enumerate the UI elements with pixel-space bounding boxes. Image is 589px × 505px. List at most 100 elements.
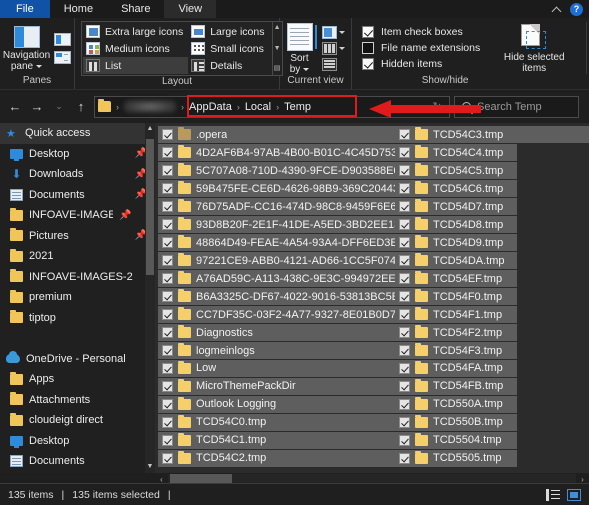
sidebar-item-2021[interactable]: 2021	[0, 246, 155, 267]
breadcrumb-item-appdata[interactable]: AppData	[189, 101, 232, 113]
chevron-down-icon[interactable]	[36, 64, 43, 68]
list-item[interactable]: 97221CE9-ABB0-4121-AD66-1CC5F0741C38	[158, 251, 395, 270]
layout-option-details[interactable]: Details	[188, 57, 270, 74]
layout-option-extra-large-icons[interactable]: Extra large icons	[83, 23, 188, 40]
list-item[interactable]: TCD54D7.tmp	[395, 197, 517, 216]
list-item[interactable]: logmeinlogs	[158, 341, 395, 360]
scroll-down-icon[interactable]: ▼	[146, 461, 154, 473]
list-item[interactable]: 4D2AF6B4-97AB-4B00-B01C-4C45D753AC54	[158, 143, 395, 162]
sidebar-item-premium[interactable]: premium	[0, 287, 155, 308]
item-checkbox[interactable]	[162, 327, 173, 339]
list-item[interactable]: A76AD59C-A113-438C-9E3C-994972EE6955	[158, 269, 395, 288]
sidebar-item-onedrive-personal[interactable]: OneDrive - Personal	[0, 349, 155, 370]
list-item[interactable]: B6A3325C-DF67-4022-9016-53813BC5E1DF	[158, 287, 395, 306]
item-checkbox[interactable]	[162, 362, 173, 374]
item-checkbox[interactable]	[162, 129, 173, 141]
checkbox-icon[interactable]	[362, 58, 374, 70]
item-checkbox[interactable]	[399, 434, 410, 446]
breadcrumb-item-redacted[interactable]	[124, 100, 176, 113]
preview-pane-icon[interactable]	[54, 32, 72, 46]
item-checkbox[interactable]	[162, 380, 173, 392]
list-item[interactable]: Diagnostics	[158, 323, 395, 342]
sidebar-scrollbar[interactable]: ▲ ▼	[145, 123, 155, 473]
sidebar-item-apps[interactable]: Apps	[0, 369, 155, 390]
sidebar-item-infoave-images[interactable]: INFOAVE-IMAGES 📌	[0, 205, 155, 226]
item-checkbox[interactable]	[162, 309, 173, 321]
group-by-button[interactable]	[322, 25, 345, 39]
list-item[interactable]: CC7DF35C-03F2-4A77-9327-8E01B0D7BE3D	[158, 305, 395, 324]
item-checkbox[interactable]	[162, 291, 173, 303]
list-item[interactable]: 48864D49-FEAE-4A54-93A4-DFF6ED3E160B	[158, 233, 395, 252]
item-checkbox[interactable]	[399, 327, 410, 339]
collapse-ribbon-chevron-up-icon[interactable]	[552, 4, 563, 15]
list-item[interactable]: TCD54C6.tmp	[395, 179, 517, 198]
list-item[interactable]: TCD54F2.tmp	[395, 323, 517, 342]
list-item[interactable]: Low	[158, 359, 395, 378]
list-item[interactable]: Outlook Logging	[158, 395, 395, 414]
recent-locations-chevron-down-icon[interactable]: ⌄	[50, 97, 68, 117]
item-checkbox[interactable]	[399, 273, 410, 285]
item-checkbox[interactable]	[399, 183, 410, 195]
list-item[interactable]: TCD54C1.tmp	[158, 431, 395, 450]
list-item[interactable]: TCD54FB.tmp	[395, 377, 517, 396]
sidebar-item-downloads[interactable]: ⬇ Downloads 📌	[0, 164, 155, 185]
item-checkbox[interactable]	[162, 452, 173, 464]
add-columns-button[interactable]	[322, 41, 345, 55]
sidebar-item-desktop-onedrive[interactable]: Desktop	[0, 431, 155, 452]
layout-option-small-icons[interactable]: Small icons	[188, 40, 270, 57]
tab-share[interactable]: Share	[107, 0, 164, 18]
sidebar-item-quick-access[interactable]: ★ Quick access	[0, 123, 155, 144]
hide-selected-items-button[interactable]: Hide selected items	[494, 22, 574, 74]
checkbox-icon[interactable]	[362, 26, 374, 38]
hidden-items-option[interactable]: Hidden items	[362, 56, 480, 72]
scroll-up-icon[interactable]: ▲	[146, 123, 154, 135]
sidebar-item-documents-onedrive[interactable]: Documents	[0, 451, 155, 472]
help-icon[interactable]: ?	[570, 2, 583, 16]
sidebar-scrollbar-thumb[interactable]	[146, 139, 154, 275]
item-checkbox[interactable]	[399, 309, 410, 321]
sidebar-item-cloudeigt-direct[interactable]: cloudeigt direct	[0, 410, 155, 431]
sidebar-item-email-attachments[interactable]: Email attachments	[0, 472, 155, 474]
list-item[interactable]: TCD550A.tmp	[395, 395, 517, 414]
breadcrumb-item-temp[interactable]: Temp	[284, 101, 311, 113]
sidebar-item-tiptop[interactable]: tiptop	[0, 308, 155, 329]
list-item[interactable]: 59B475FE-CE6D-4626-98B9-369C20443C11	[158, 179, 395, 198]
list-item[interactable]: 76D75ADF-CC16-474D-98C8-9459F6E6F384	[158, 197, 395, 216]
back-button[interactable]: ←	[6, 97, 24, 117]
details-pane-icon[interactable]	[54, 50, 72, 64]
item-checkbox[interactable]	[399, 129, 410, 141]
up-button[interactable]: ↑	[72, 97, 90, 117]
item-checkbox[interactable]	[399, 345, 410, 356]
list-item[interactable]: TCD54FA.tmp	[395, 359, 517, 378]
list-item[interactable]: TCD550B.tmp	[395, 413, 517, 432]
layout-option-large-icons[interactable]: Large icons	[188, 23, 270, 40]
item-checkbox[interactable]	[162, 345, 173, 356]
item-checkbox[interactable]	[162, 147, 173, 159]
tab-file[interactable]: File	[0, 0, 50, 18]
item-checkbox[interactable]	[399, 165, 410, 177]
item-checkbox[interactable]	[399, 219, 410, 231]
list-item[interactable]: TCD54C3.tmp	[395, 126, 589, 144]
item-checkbox[interactable]	[162, 398, 173, 410]
list-item[interactable]: TCD54C5.tmp	[395, 161, 517, 180]
item-checkbox[interactable]	[399, 416, 410, 428]
pin-icon[interactable]: 📌	[119, 210, 131, 221]
list-item[interactable]: TCD54F1.tmp	[395, 305, 517, 324]
layout-option-medium-icons[interactable]: Medium icons	[83, 40, 188, 57]
details-view-button[interactable]	[546, 488, 560, 501]
tab-home[interactable]: Home	[50, 0, 107, 18]
chevron-down-icon[interactable]	[339, 30, 345, 34]
forward-button[interactable]: →	[28, 97, 46, 117]
item-checkbox[interactable]	[162, 273, 173, 285]
large-icons-view-button[interactable]	[567, 488, 581, 501]
item-checkbox[interactable]	[399, 380, 410, 392]
list-item[interactable]: TCD54F0.tmp	[395, 287, 517, 306]
item-checkbox[interactable]	[399, 201, 410, 213]
list-item[interactable]: TCD54C2.tmp	[158, 449, 395, 468]
list-item[interactable]: TCD54D8.tmp	[395, 215, 517, 234]
item-checkbox[interactable]	[162, 255, 173, 267]
list-item[interactable]: TCD54D9.tmp	[395, 233, 517, 252]
chevron-down-icon[interactable]	[303, 67, 310, 71]
item-checkbox[interactable]	[162, 183, 173, 195]
breadcrumb-item-local[interactable]: Local	[245, 101, 271, 113]
